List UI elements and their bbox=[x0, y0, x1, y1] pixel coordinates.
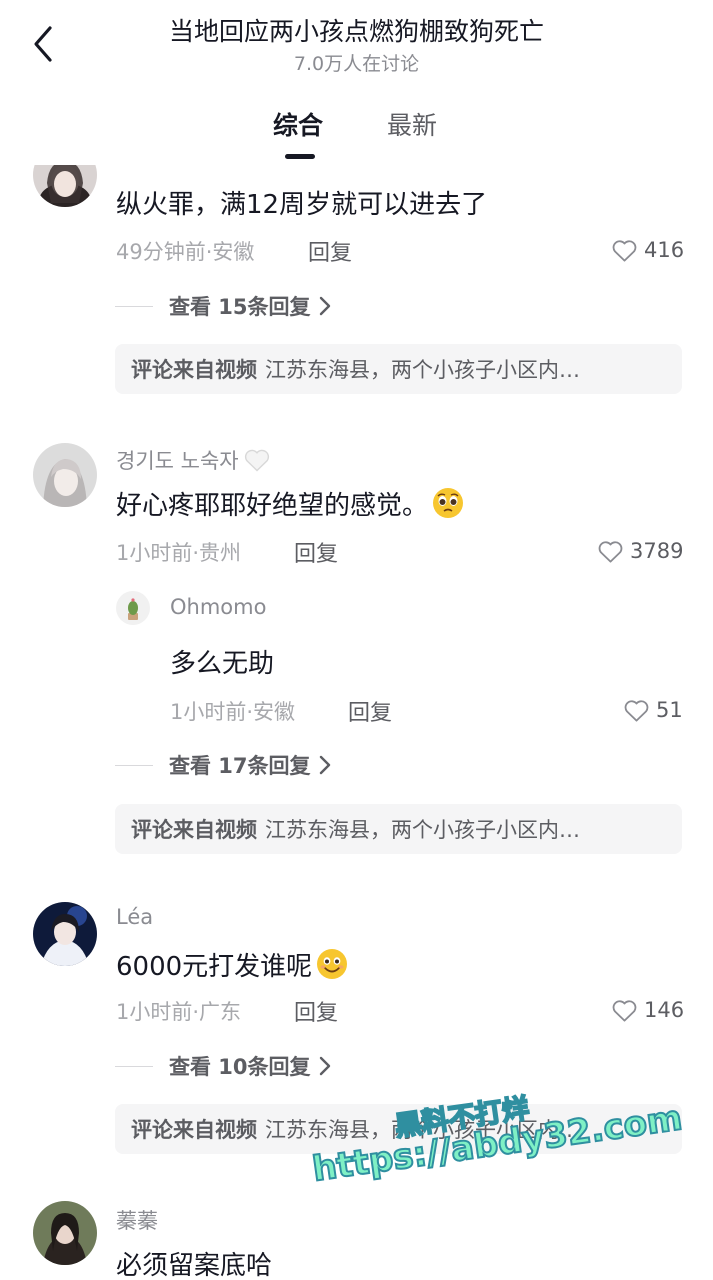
reply-username[interactable]: Ohmomo bbox=[170, 595, 266, 619]
view-replies-label: 查看 10条回复 bbox=[169, 1055, 311, 1079]
active-tab-indicator bbox=[285, 154, 315, 159]
like-count: 146 bbox=[644, 998, 685, 1022]
comment-text: 必须留案底哈 bbox=[116, 1251, 273, 1280]
white-heart-icon bbox=[244, 449, 269, 472]
heart-icon bbox=[624, 699, 649, 722]
comment-text: 6000元打发谁呢 bbox=[116, 952, 313, 982]
like-count: 51 bbox=[656, 698, 683, 722]
comment-time-location: 1小时前·贵州 bbox=[116, 541, 242, 565]
like-count: 416 bbox=[644, 238, 685, 262]
tab-latest[interactable]: 最新 bbox=[387, 106, 437, 142]
comment-text: 纵火罪，满12周岁就可以进去了 bbox=[116, 190, 488, 220]
comment-username[interactable]: 蓁蓁 bbox=[116, 1205, 158, 1235]
reply-button[interactable]: 回复 bbox=[348, 695, 392, 727]
source-label: 评论来自视频 bbox=[131, 358, 257, 382]
source-text: 江苏东海县，两个小孩子小区内… bbox=[265, 818, 580, 842]
chevron-right-icon bbox=[319, 755, 330, 775]
comment-time-location: 1小时前·广东 bbox=[116, 1000, 242, 1024]
heart-icon bbox=[598, 540, 623, 563]
reply-button[interactable]: 回复 bbox=[308, 235, 352, 267]
source-label: 评论来自视频 bbox=[131, 818, 257, 842]
reply-button[interactable]: 回复 bbox=[294, 536, 338, 568]
like-button[interactable]: 3789 bbox=[597, 536, 683, 566]
source-text: 江苏东海县，两个小孩子小区内… bbox=[265, 358, 580, 382]
reply-button[interactable]: 回复 bbox=[294, 995, 338, 1027]
chevron-right-icon bbox=[319, 296, 330, 316]
like-count: 3789 bbox=[630, 539, 684, 563]
divider bbox=[115, 764, 153, 766]
view-replies-label: 查看 15条回复 bbox=[169, 295, 311, 319]
tab-bar: 综合 最新 bbox=[0, 106, 713, 161]
pleading-face-icon bbox=[433, 488, 464, 518]
avatar[interactable] bbox=[33, 443, 97, 507]
reply-time-location: 1小时前·安徽 bbox=[170, 700, 296, 724]
avatar[interactable] bbox=[33, 902, 97, 966]
source-label: 评论来自视频 bbox=[131, 1118, 257, 1142]
view-replies-label: 查看 17条回复 bbox=[169, 754, 311, 778]
like-button[interactable]: 146 bbox=[611, 995, 684, 1025]
view-replies-button[interactable]: 查看 17条回复 bbox=[115, 750, 331, 780]
comment-username[interactable]: Léa bbox=[116, 905, 153, 929]
avatar[interactable] bbox=[33, 1201, 97, 1265]
like-button[interactable]: 51 bbox=[623, 695, 683, 725]
reply-text: 多么无助 bbox=[170, 649, 275, 679]
page-title: 当地回应两小孩点燃狗棚致狗死亡 bbox=[168, 17, 544, 46]
smiling-face-icon bbox=[317, 949, 348, 979]
discussion-count: 7.0万人在讨论 bbox=[293, 53, 420, 75]
top-bar: 当地回应两小孩点燃狗棚致狗死亡 7.0万人在讨论 综合 最新 bbox=[0, 0, 713, 165]
reply-avatar[interactable] bbox=[116, 591, 150, 625]
heart-icon bbox=[612, 239, 637, 262]
video-source-link[interactable]: 评论来自视频 江苏东海县，两个小孩子小区内… bbox=[115, 344, 682, 394]
chevron-right-icon bbox=[319, 1056, 330, 1076]
comment-text-row: 6000元打发谁呢 bbox=[116, 946, 348, 983]
video-source-link[interactable]: 评论来自视频 江苏东海县，两个小孩子小区内… bbox=[115, 804, 682, 854]
view-replies-button[interactable]: 查看 15条回复 bbox=[115, 291, 331, 321]
divider bbox=[115, 305, 153, 307]
heart-icon bbox=[612, 999, 637, 1022]
comment-username[interactable]: 경기도 노숙자 bbox=[116, 445, 271, 475]
username-label: 경기도 노숙자 bbox=[116, 449, 239, 473]
comment-text: 好心疼耶耶好绝望的感觉。 bbox=[116, 491, 429, 521]
divider bbox=[115, 1065, 153, 1067]
like-button[interactable]: 416 bbox=[611, 235, 684, 265]
tab-comprehensive[interactable]: 综合 bbox=[273, 106, 323, 142]
comment-time-location: 49分钟前·安徽 bbox=[116, 240, 255, 264]
comment-text-row: 好心疼耶耶好绝望的感觉。 bbox=[116, 485, 464, 522]
view-replies-button[interactable]: 查看 10条回复 bbox=[115, 1051, 331, 1081]
